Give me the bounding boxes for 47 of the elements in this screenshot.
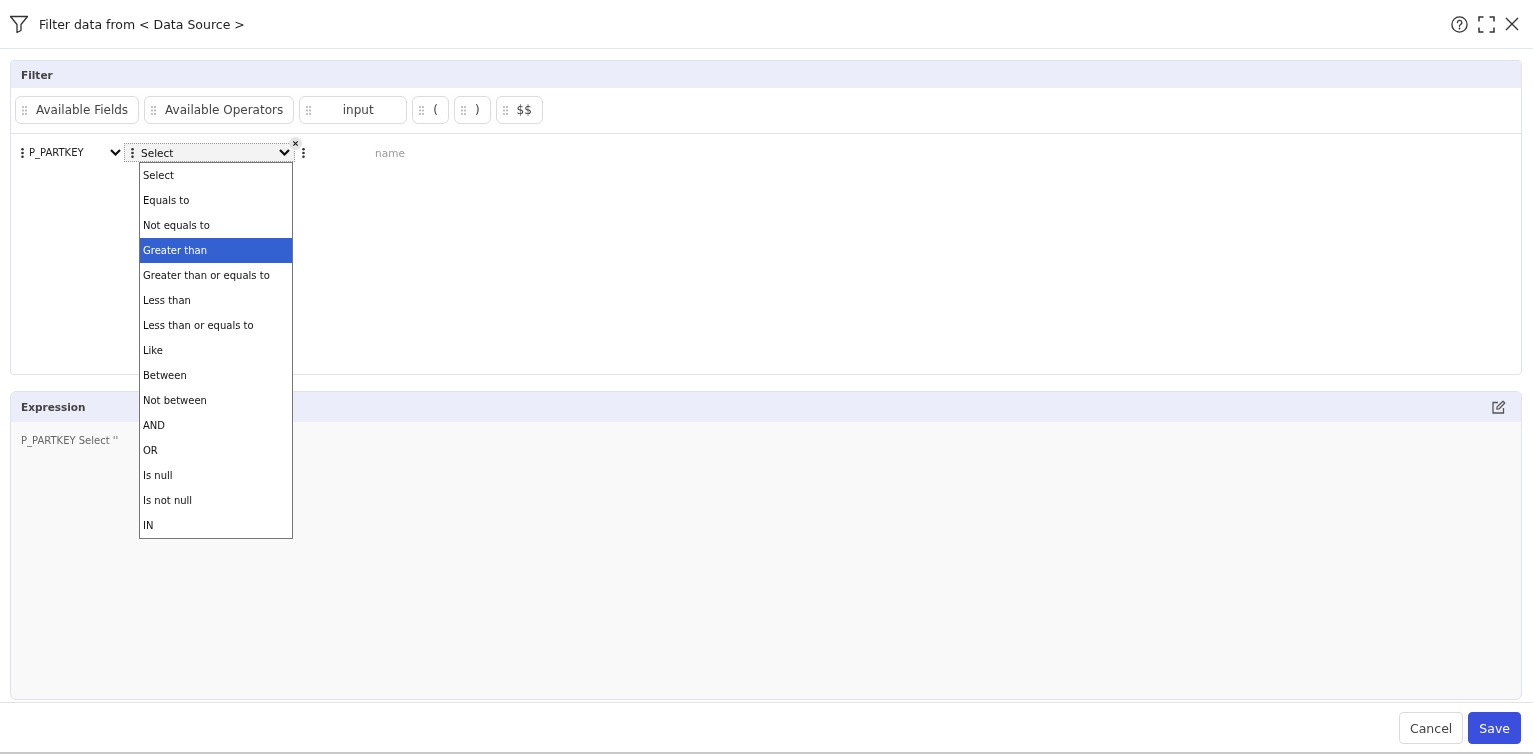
token-chip[interactable]: Available Fields — [15, 96, 140, 124]
chevron-icon — [279, 149, 290, 156]
drag-handle-icon[interactable] — [419, 105, 425, 115]
dropdown-option[interactable]: Like — [140, 338, 292, 363]
dropdown-option[interactable]: Select — [140, 163, 292, 188]
dropdown-option[interactable]: Less than or equals to — [140, 313, 292, 338]
dropdown-option[interactable]: Between — [140, 363, 292, 388]
edit-icon[interactable] — [1492, 400, 1506, 414]
dropdown-option[interactable]: Not equals to — [140, 213, 292, 238]
drag-handle-icon[interactable] — [302, 147, 305, 158]
token-chip[interactable]: ) — [453, 96, 491, 124]
expression-text: P_PARTKEY Select '' — [21, 435, 119, 446]
dropdown-option[interactable]: Is not null — [140, 488, 292, 513]
token-chip[interactable]: $$ — [495, 96, 543, 124]
dropdown-option[interactable]: Not between — [140, 388, 292, 413]
drag-handle-icon[interactable] — [460, 105, 466, 115]
drag-handle-icon[interactable] — [131, 147, 134, 158]
drag-handle-icon[interactable] — [21, 147, 24, 158]
dropdown-option[interactable]: IN — [140, 513, 292, 538]
value-field[interactable]: name — [310, 146, 470, 159]
dropdown-option[interactable]: Is null — [140, 463, 292, 488]
close-icon[interactable] — [1505, 17, 1519, 31]
operator-dropdown[interactable]: Select — [124, 143, 295, 162]
panel-title: Filter — [21, 68, 53, 81]
filter-icon — [9, 14, 29, 34]
remove-icon[interactable] — [289, 137, 302, 150]
token-chip[interactable]: Available Operators — [144, 96, 295, 124]
chevron-icon — [110, 149, 121, 156]
token-chip[interactable]: ( — [412, 96, 449, 124]
dropdown-option[interactable]: Less than — [140, 288, 292, 313]
fullscreen-icon[interactable] — [1478, 15, 1495, 33]
token-chip[interactable]: input — [299, 96, 408, 124]
cancel-button[interactable]: Cancel — [1398, 712, 1464, 744]
save-button[interactable]: Save — [1468, 712, 1521, 744]
drag-handle-icon[interactable] — [151, 105, 157, 115]
drag-handle-icon[interactable] — [502, 105, 508, 115]
field-dropdown[interactable]: P_PARTKEY — [29, 147, 121, 158]
drag-handle-icon[interactable] — [22, 105, 27, 115]
dialog-title: Filter data from < Data Source > — [39, 16, 246, 32]
panel-title: Expression — [21, 401, 86, 413]
dropdown-option[interactable]: Greater than or equals to — [140, 263, 292, 288]
help-icon[interactable] — [1451, 15, 1468, 33]
dropdown-option[interactable]: Equals to — [140, 188, 292, 213]
dropdown-option[interactable]: AND — [140, 413, 292, 438]
dropdown-option[interactable]: OR — [140, 438, 292, 463]
drag-handle-icon[interactable] — [306, 105, 312, 115]
dropdown-option[interactable]: Greater than — [140, 238, 292, 263]
